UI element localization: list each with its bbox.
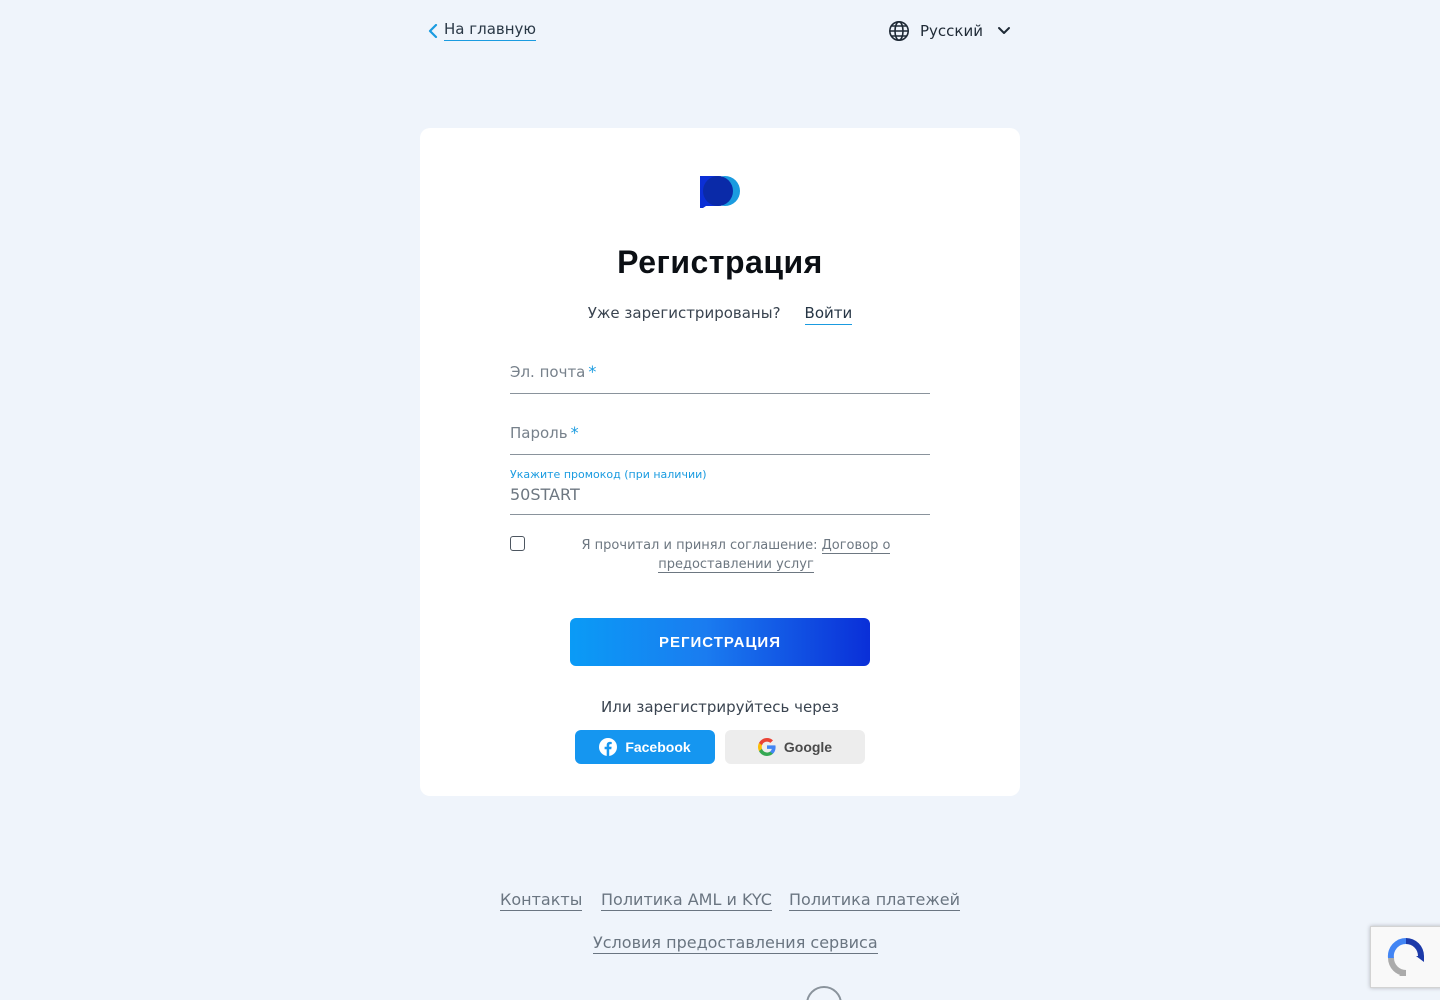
footer-link-payments-policy[interactable]: Политика платежей [789, 890, 961, 911]
google-label: Google [783, 739, 833, 755]
agreement-text: Я прочитал и принял соглашение: Договор … [566, 536, 906, 574]
agreement-label: Я прочитал и принял соглашение: [581, 538, 822, 553]
required-mark: * [588, 362, 597, 381]
promo-code-label: Укажите промокод (при наличии) [510, 468, 707, 481]
agreement-checkbox[interactable] [510, 536, 525, 551]
facebook-signup-button[interactable]: Facebook [575, 730, 715, 764]
language-selector[interactable]: Русский [888, 20, 1011, 42]
globe-icon [889, 21, 909, 41]
required-mark: * [570, 423, 579, 442]
language-label: Русский [920, 22, 983, 40]
back-link-label: На главную [444, 20, 537, 41]
facebook-label: Facebook [625, 739, 691, 755]
password-placeholder: Пароль [510, 424, 568, 442]
footer-badge-icon [806, 986, 842, 1000]
recaptcha-icon [1387, 937, 1424, 976]
footer-link-aml-kyc[interactable]: Политика AML и KYC [601, 890, 772, 911]
chevron-left-icon [428, 23, 438, 38]
google-signup-button[interactable]: Google [725, 730, 865, 764]
footer-link-contacts[interactable]: Контакты [500, 890, 583, 911]
footer-link-terms[interactable]: Условия предоставления сервиса [593, 933, 878, 954]
promo-code-field[interactable]: Укажите промокод (при наличии) 50START [510, 466, 930, 515]
login-link[interactable]: Войти [804, 304, 853, 325]
chevron-down-icon [997, 27, 1010, 34]
already-registered-text: Уже зарегистрированы? [587, 304, 781, 322]
facebook-icon [599, 738, 618, 756]
brand-logo-icon [700, 176, 740, 208]
email-placeholder: Эл. почта [510, 363, 586, 381]
page-title: Регистрация [617, 244, 823, 280]
or-register-via-text: Или зарегистрируйтесь через [601, 698, 839, 716]
promo-code-value: 50START [510, 485, 580, 504]
login-prompt: Уже зарегистрированы? Войти [420, 304, 1020, 325]
email-field[interactable]: Эл. почта * [510, 356, 930, 394]
back-to-home-link[interactable]: На главную [428, 20, 537, 41]
google-icon [757, 738, 776, 756]
recaptcha-badge[interactable] [1370, 926, 1440, 988]
register-button[interactable]: РЕГИСТРАЦИЯ [570, 618, 870, 666]
password-field[interactable]: Пароль * [510, 417, 930, 455]
registration-card: Регистрация Уже зарегистрированы? Войти … [420, 128, 1020, 796]
